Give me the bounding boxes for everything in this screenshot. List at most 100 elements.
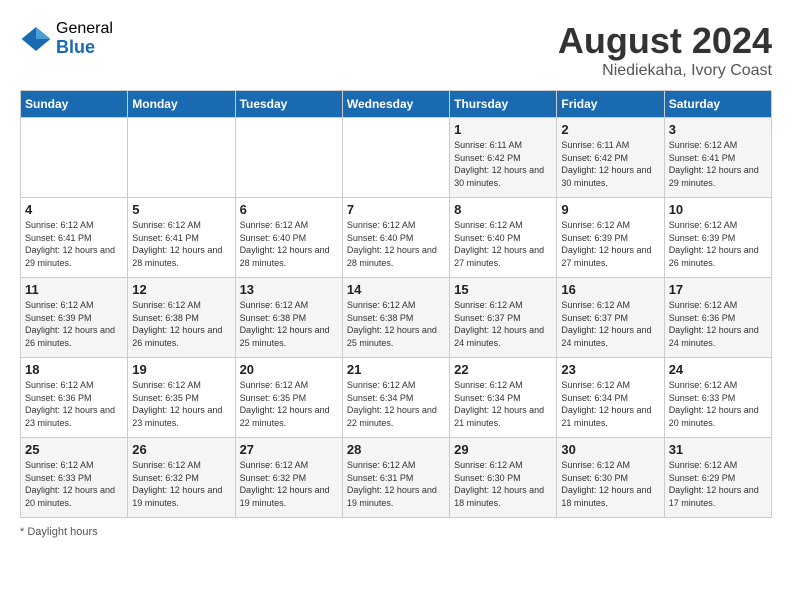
calendar-cell: 23 Sunrise: 6:12 AM Sunset: 6:34 PM Dayli… (557, 358, 664, 438)
day-detail: Sunrise: 6:12 AM Sunset: 6:35 PM Dayligh… (240, 379, 338, 429)
day-number: 4 (25, 202, 123, 217)
calendar-cell: 13Sunrise: 6:12 AM Sunset: 6:38 PM Dayli… (235, 278, 342, 358)
calendar-cell: 21Sunrise: 6:12 AM Sunset: 6:34 PM Dayli… (342, 358, 449, 438)
day-detail: Sunrise: 6:12 AM Sunset: 6:35 PM Dayligh… (132, 379, 230, 429)
calendar-cell: 22 Sunrise: 6:12 AM Sunset: 6:34 PM Dayli… (450, 358, 557, 438)
calendar-cell: 17Sunrise: 6:12 AM Sunset: 6:36 PM Dayli… (664, 278, 771, 358)
day-number: 20 (240, 362, 338, 377)
header-day: Wednesday (342, 91, 449, 118)
calendar-cell: 6 Sunrise: 6:12 AM Sunset: 6:40 PM Daylig… (235, 198, 342, 278)
day-number: 2 (561, 122, 659, 137)
day-number: 7 (347, 202, 445, 217)
day-detail: Sunrise: 6:12 AM Sunset: 6:38 PM Dayligh… (347, 299, 445, 349)
logo-icon (20, 23, 52, 55)
day-number: 11 (25, 282, 123, 297)
day-number: 19 (132, 362, 230, 377)
header-day: Friday (557, 91, 664, 118)
calendar-cell: 4 Sunrise: 6:12 AM Sunset: 6:41 PM Daylig… (21, 198, 128, 278)
calendar-cell: 24 Sunrise: 6:12 AM Sunset: 6:33 PM Dayli… (664, 358, 771, 438)
calendar-cell: 19 Sunrise: 6:12 AM Sunset: 6:35 PM Dayli… (128, 358, 235, 438)
day-number: 28 (347, 442, 445, 457)
day-detail: Sunrise: 6:12 AM Sunset: 6:34 PM Dayligh… (454, 379, 552, 429)
header-day: Tuesday (235, 91, 342, 118)
day-detail: Sunrise: 6:11 AM Sunset: 6:42 PM Dayligh… (561, 139, 659, 189)
day-number: 25 (25, 442, 123, 457)
day-detail: Sunrise: 6:12 AM Sunset: 6:41 PM Dayligh… (25, 219, 123, 269)
header-row: SundayMondayTuesdayWednesdayThursdayFrid… (21, 91, 772, 118)
calendar-cell (21, 118, 128, 198)
day-number: 18 (25, 362, 123, 377)
calendar-cell: 14Sunrise: 6:12 AM Sunset: 6:38 PM Dayli… (342, 278, 449, 358)
day-number: 3 (669, 122, 767, 137)
day-detail: Sunrise: 6:12 AM Sunset: 6:33 PM Dayligh… (669, 379, 767, 429)
calendar-cell: 28Sunrise: 6:12 AM Sunset: 6:31 PM Dayli… (342, 438, 449, 518)
footer-note: * Daylight hours (20, 526, 772, 538)
day-detail: Sunrise: 6:12 AM Sunset: 6:30 PM Dayligh… (454, 459, 552, 509)
day-number: 27 (240, 442, 338, 457)
day-detail: Sunrise: 6:12 AM Sunset: 6:39 PM Dayligh… (561, 219, 659, 269)
day-detail: Sunrise: 6:12 AM Sunset: 6:32 PM Dayligh… (132, 459, 230, 509)
calendar-cell (342, 118, 449, 198)
day-number: 5 (132, 202, 230, 217)
page-header: General Blue August 2024 Niediekaha, Ivo… (20, 20, 772, 80)
day-detail: Sunrise: 6:12 AM Sunset: 6:40 PM Dayligh… (240, 219, 338, 269)
day-number: 10 (669, 202, 767, 217)
day-number: 6 (240, 202, 338, 217)
calendar-cell: 12 Sunrise: 6:12 AM Sunset: 6:38 PM Dayli… (128, 278, 235, 358)
day-number: 24 (669, 362, 767, 377)
calendar-cell: 25Sunrise: 6:12 AM Sunset: 6:33 PM Dayli… (21, 438, 128, 518)
calendar-cell: 10 Sunrise: 6:12 AM Sunset: 6:39 PM Dayli… (664, 198, 771, 278)
day-detail: Sunrise: 6:11 AM Sunset: 6:42 PM Dayligh… (454, 139, 552, 189)
calendar-cell: 7 Sunrise: 6:12 AM Sunset: 6:40 PM Daylig… (342, 198, 449, 278)
day-number: 15 (454, 282, 552, 297)
day-number: 26 (132, 442, 230, 457)
calendar-cell: 16 Sunrise: 6:12 AM Sunset: 6:37 PM Dayli… (557, 278, 664, 358)
logo-text: General Blue (56, 20, 113, 57)
day-detail: Sunrise: 6:12 AM Sunset: 6:39 PM Dayligh… (669, 219, 767, 269)
calendar-cell: 3 Sunrise: 6:12 AM Sunset: 6:41 PM Daylig… (664, 118, 771, 198)
calendar-week: 4 Sunrise: 6:12 AM Sunset: 6:41 PM Daylig… (21, 198, 772, 278)
day-detail: Sunrise: 6:12 AM Sunset: 6:41 PM Dayligh… (669, 139, 767, 189)
calendar-cell: 8Sunrise: 6:12 AM Sunset: 6:40 PM Daylig… (450, 198, 557, 278)
day-detail: Sunrise: 6:12 AM Sunset: 6:37 PM Dayligh… (454, 299, 552, 349)
day-number: 17 (669, 282, 767, 297)
header-day: Sunday (21, 91, 128, 118)
calendar-cell: 18 Sunrise: 6:12 AM Sunset: 6:36 PM Dayli… (21, 358, 128, 438)
calendar-cell (128, 118, 235, 198)
calendar-cell: 9Sunrise: 6:12 AM Sunset: 6:39 PM Daylig… (557, 198, 664, 278)
header-day: Monday (128, 91, 235, 118)
day-number: 16 (561, 282, 659, 297)
calendar-body: 1Sunrise: 6:11 AM Sunset: 6:42 PM Daylig… (21, 118, 772, 518)
calendar-week: 11 Sunrise: 6:12 AM Sunset: 6:39 PM Dayli… (21, 278, 772, 358)
logo-general: General (56, 20, 113, 38)
calendar-cell: 1Sunrise: 6:11 AM Sunset: 6:42 PM Daylig… (450, 118, 557, 198)
day-detail: Sunrise: 6:12 AM Sunset: 6:41 PM Dayligh… (132, 219, 230, 269)
calendar-cell: 26 Sunrise: 6:12 AM Sunset: 6:32 PM Dayli… (128, 438, 235, 518)
calendar-cell: 15 Sunrise: 6:12 AM Sunset: 6:37 PM Dayli… (450, 278, 557, 358)
header-day: Saturday (664, 91, 771, 118)
day-number: 29 (454, 442, 552, 457)
calendar-table: SundayMondayTuesdayWednesdayThursdayFrid… (20, 90, 772, 518)
day-detail: Sunrise: 6:12 AM Sunset: 6:29 PM Dayligh… (669, 459, 767, 509)
day-detail: Sunrise: 6:12 AM Sunset: 6:36 PM Dayligh… (25, 379, 123, 429)
calendar-cell: 29 Sunrise: 6:12 AM Sunset: 6:30 PM Dayli… (450, 438, 557, 518)
day-detail: Sunrise: 6:12 AM Sunset: 6:34 PM Dayligh… (561, 379, 659, 429)
calendar-week: 1Sunrise: 6:11 AM Sunset: 6:42 PM Daylig… (21, 118, 772, 198)
calendar-cell (235, 118, 342, 198)
day-detail: Sunrise: 6:12 AM Sunset: 6:40 PM Dayligh… (347, 219, 445, 269)
calendar-cell: 11 Sunrise: 6:12 AM Sunset: 6:39 PM Dayli… (21, 278, 128, 358)
day-number: 12 (132, 282, 230, 297)
day-number: 23 (561, 362, 659, 377)
main-title: August 2024 (558, 20, 772, 62)
day-detail: Sunrise: 6:12 AM Sunset: 6:39 PM Dayligh… (25, 299, 123, 349)
day-detail: Sunrise: 6:12 AM Sunset: 6:38 PM Dayligh… (132, 299, 230, 349)
calendar-week: 25Sunrise: 6:12 AM Sunset: 6:33 PM Dayli… (21, 438, 772, 518)
day-number: 31 (669, 442, 767, 457)
logo-blue: Blue (56, 38, 113, 58)
day-detail: Sunrise: 6:12 AM Sunset: 6:37 PM Dayligh… (561, 299, 659, 349)
subtitle: Niediekaha, Ivory Coast (558, 62, 772, 80)
calendar-header: SundayMondayTuesdayWednesdayThursdayFrid… (21, 91, 772, 118)
day-number: 22 (454, 362, 552, 377)
day-number: 21 (347, 362, 445, 377)
calendar-cell: 20 Sunrise: 6:12 AM Sunset: 6:35 PM Dayli… (235, 358, 342, 438)
